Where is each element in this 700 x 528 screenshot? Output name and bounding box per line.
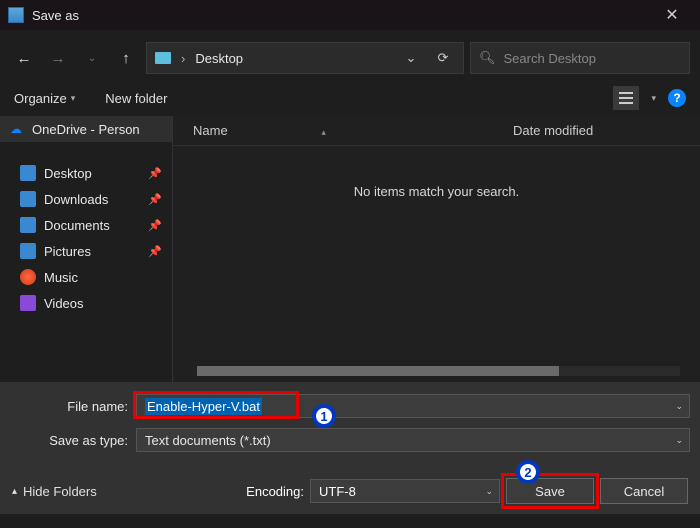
- saveastype-select[interactable]: Text documents (*.txt) ⌄: [136, 428, 690, 452]
- sidebar-item-label: Music: [44, 270, 78, 285]
- encoding-label: Encoding:: [246, 484, 304, 499]
- column-header-name[interactable]: Name ▴: [193, 123, 513, 138]
- window-title: Save as: [32, 8, 652, 23]
- breadcrumb-sep: ›: [181, 51, 185, 66]
- sidebar-item-label: Documents: [44, 218, 110, 233]
- view-options-button[interactable]: [613, 86, 639, 110]
- encoding-value: UTF-8: [319, 484, 356, 499]
- sidebar-item-videos[interactable]: Videos: [0, 290, 172, 316]
- sidebar-item-downloads[interactable]: Downloads 📌: [0, 186, 172, 212]
- sidebar-item-label: Pictures: [44, 244, 91, 259]
- saveastype-value: Text documents (*.txt): [145, 433, 271, 448]
- column-header-date[interactable]: Date modified: [513, 123, 593, 138]
- breadcrumb-location[interactable]: Desktop: [195, 51, 243, 66]
- forward-button[interactable]: →: [44, 44, 72, 72]
- sidebar-item-label: Desktop: [44, 166, 92, 181]
- music-icon: [20, 269, 36, 285]
- downloads-icon: [20, 191, 36, 207]
- view-dropdown-icon[interactable]: ▾: [651, 93, 656, 104]
- filename-value: Enable-Hyper-V.bat: [145, 398, 262, 415]
- close-button[interactable]: ✕: [652, 5, 692, 25]
- sidebar-item-label: Videos: [44, 296, 84, 311]
- search-placeholder: Search Desktop: [504, 51, 597, 66]
- search-input[interactable]: 🔍︎ Search Desktop: [470, 42, 690, 74]
- sidebar-item-label: Downloads: [44, 192, 108, 207]
- organize-menu[interactable]: Organize▾: [14, 91, 75, 106]
- pin-icon: 📌: [148, 167, 162, 180]
- chevron-up-icon: ▴: [12, 486, 17, 497]
- sidebar-item-label: OneDrive - Person: [32, 122, 140, 137]
- encoding-select[interactable]: UTF-8 ⌄: [310, 479, 500, 503]
- sidebar-item-onedrive[interactable]: ☁ OneDrive - Person: [0, 116, 172, 142]
- desktop-icon: [20, 165, 36, 181]
- sidebar-item-music[interactable]: Music: [0, 264, 172, 290]
- pin-icon: 📌: [148, 219, 162, 232]
- folder-icon: [155, 52, 171, 64]
- videos-icon: [20, 295, 36, 311]
- save-button[interactable]: Save: [506, 478, 594, 504]
- address-bar[interactable]: › Desktop ⌄ ⟳: [146, 42, 464, 74]
- sidebar-item-documents[interactable]: Documents 📌: [0, 212, 172, 238]
- pictures-icon: [20, 243, 36, 259]
- refresh-icon[interactable]: ⟳: [431, 50, 455, 66]
- sidebar-item-desktop[interactable]: Desktop 📌: [0, 160, 172, 186]
- sidebar: ☁ OneDrive - Person Desktop 📌 Downloads …: [0, 116, 172, 382]
- app-icon: [8, 7, 24, 23]
- sidebar-item-pictures[interactable]: Pictures 📌: [0, 238, 172, 264]
- help-icon[interactable]: ?: [668, 89, 686, 107]
- documents-icon: [20, 217, 36, 233]
- new-folder-button[interactable]: New folder: [105, 91, 167, 106]
- list-icon: [619, 92, 633, 104]
- horizontal-scrollbar[interactable]: [197, 366, 680, 376]
- filename-label: File name:: [0, 399, 136, 414]
- saveastype-label: Save as type:: [0, 433, 136, 448]
- sort-indicator-icon: ▴: [321, 127, 326, 137]
- recent-dropdown[interactable]: ⌄: [78, 44, 106, 72]
- hide-folders-toggle[interactable]: ▴ Hide Folders: [12, 484, 97, 499]
- address-dropdown-icon[interactable]: ⌄: [399, 50, 423, 66]
- chevron-down-icon[interactable]: ⌄: [675, 401, 683, 412]
- search-icon: 🔍︎: [479, 50, 496, 66]
- cloud-icon: ☁: [8, 121, 24, 137]
- pin-icon: 📌: [148, 245, 162, 258]
- cancel-button[interactable]: Cancel: [600, 478, 688, 504]
- chevron-down-icon[interactable]: ⌄: [485, 486, 493, 497]
- filename-input[interactable]: Enable-Hyper-V.bat ⌄: [136, 394, 690, 418]
- back-button[interactable]: ←: [10, 44, 38, 72]
- file-list-area[interactable]: Name ▴ Date modified No items match your…: [172, 116, 700, 382]
- empty-message: No items match your search.: [173, 184, 700, 199]
- chevron-down-icon[interactable]: ⌄: [675, 435, 683, 446]
- pin-icon: 📌: [148, 193, 162, 206]
- up-button[interactable]: ↑: [112, 44, 140, 72]
